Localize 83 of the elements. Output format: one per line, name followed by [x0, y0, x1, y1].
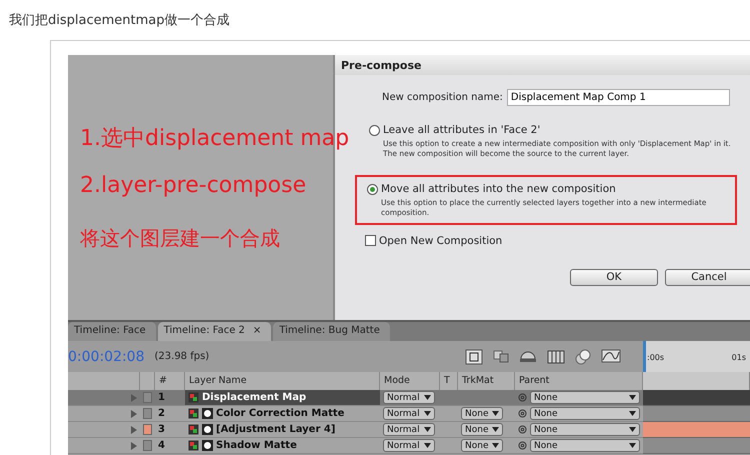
layer-name[interactable]: [Adjustment Layer 4] [185, 422, 380, 438]
column-header[interactable]: Mode [380, 372, 440, 390]
mode-dropdown[interactable]: Normal [383, 391, 435, 404]
column-header[interactable]: # [155, 372, 185, 390]
caret-icon [629, 443, 636, 448]
parent-dropdown[interactable]: None [530, 407, 640, 420]
caret-icon [629, 427, 636, 432]
ok-button[interactable]: OK [570, 268, 658, 286]
annotation-text: 将这个图层建一个合成 [80, 225, 280, 252]
label-swatch[interactable] [143, 392, 152, 403]
annotation-text: 2.layer-pre-compose [80, 173, 306, 198]
table-cell: 2 [155, 406, 185, 422]
mode-dropdown[interactable]: Normal [383, 439, 435, 452]
graph-editor-icon[interactable] [601, 348, 621, 362]
cancel-button[interactable]: Cancel [665, 268, 750, 286]
caret-icon [629, 395, 636, 400]
checkbox[interactable] [365, 235, 376, 246]
table-cell: 4 [155, 438, 185, 454]
caret-icon [424, 395, 431, 400]
track-matte-dropdown[interactable]: None [461, 439, 504, 452]
ruler-label: :00s [647, 353, 664, 362]
tab-label: Timeline: Face 2 [164, 325, 245, 338]
layer-duration-bar[interactable] [643, 406, 750, 422]
label-swatch[interactable] [143, 440, 152, 451]
caret-icon [424, 411, 431, 416]
mask-icon [202, 408, 213, 419]
timeline-tab[interactable]: Timeline: Face 2 × [158, 322, 272, 341]
layer-name[interactable]: Color Correction Matte [185, 406, 380, 422]
table-cell: 1 [155, 390, 185, 406]
label-swatch[interactable] [143, 424, 152, 435]
radio-button[interactable] [369, 124, 380, 136]
timeline-tab[interactable]: Timeline: Face [68, 322, 156, 341]
layer-duration-bar[interactable] [643, 422, 750, 438]
layer-thumbnail-icon [188, 424, 199, 435]
caret-icon [424, 427, 431, 432]
tab-label: Timeline: Bug Matte [279, 325, 380, 338]
parent-dropdown[interactable]: None [530, 391, 640, 404]
caption-text: 我们把displacementmap做一个合成 [8, 12, 230, 30]
spheres-icon[interactable] [575, 348, 591, 364]
label-swatch[interactable] [143, 408, 152, 419]
caret-icon [492, 443, 500, 448]
layer-thumbnail-icon [188, 440, 199, 451]
layer-name[interactable]: Displacement Map [185, 390, 380, 406]
column-header[interactable]: Parent [515, 372, 643, 390]
timeline-tab[interactable]: Timeline: Bug Matte [273, 322, 390, 341]
option-label: Leave all attributes in 'Face 2' [383, 124, 540, 136]
mask-icon [202, 440, 213, 451]
track-matte-dropdown[interactable]: None [461, 407, 504, 420]
dome-icon[interactable] [519, 348, 537, 362]
frame-rate: (23.98 fps) [154, 351, 210, 362]
caret-icon [629, 411, 636, 416]
caret-icon [492, 411, 500, 416]
annotation-text: 1.选中displacement map [80, 125, 350, 153]
mode-dropdown[interactable]: Normal [383, 423, 435, 436]
dialog-title: Pre-compose [335, 55, 750, 75]
layer-duration-bar[interactable] [643, 438, 750, 454]
parent-dropdown[interactable]: None [530, 423, 640, 436]
layer-thumbnail-icon [188, 408, 199, 419]
checkbox-label: Open New Composition [379, 234, 502, 246]
layer-thumbnail-icon [188, 392, 199, 403]
close-icon[interactable]: × [252, 325, 262, 341]
table-cell: 3 [155, 422, 185, 438]
parent-dropdown[interactable]: None [530, 439, 640, 452]
radio-button[interactable] [367, 184, 378, 195]
caret-icon [424, 443, 431, 448]
track-matte-dropdown[interactable]: None [461, 423, 504, 436]
layer-name[interactable]: Shadow Matte [185, 438, 380, 454]
column-header[interactable]: Layer Name [185, 372, 380, 390]
ruler-label: 01s [732, 353, 746, 362]
mask-icon [202, 424, 213, 435]
film-icon[interactable] [547, 348, 565, 364]
mode-dropdown[interactable]: Normal [383, 407, 435, 420]
tab-label: Timeline: Face [74, 325, 146, 338]
time-ruler[interactable]: :00s 01s [643, 341, 750, 372]
comp-button-icon[interactable] [465, 348, 483, 364]
caret-icon [492, 427, 500, 432]
cubes-icon[interactable] [493, 348, 509, 362]
column-header[interactable]: TrkMat [458, 372, 515, 390]
composition-name-field[interactable]: Displacement Map Comp 1 [506, 89, 730, 106]
option-label: Move all attributes into the new composition [381, 183, 616, 196]
field-label: New composition name: [382, 92, 503, 103]
layer-duration-bar[interactable] [643, 390, 750, 406]
column-header[interactable]: T [440, 372, 458, 390]
